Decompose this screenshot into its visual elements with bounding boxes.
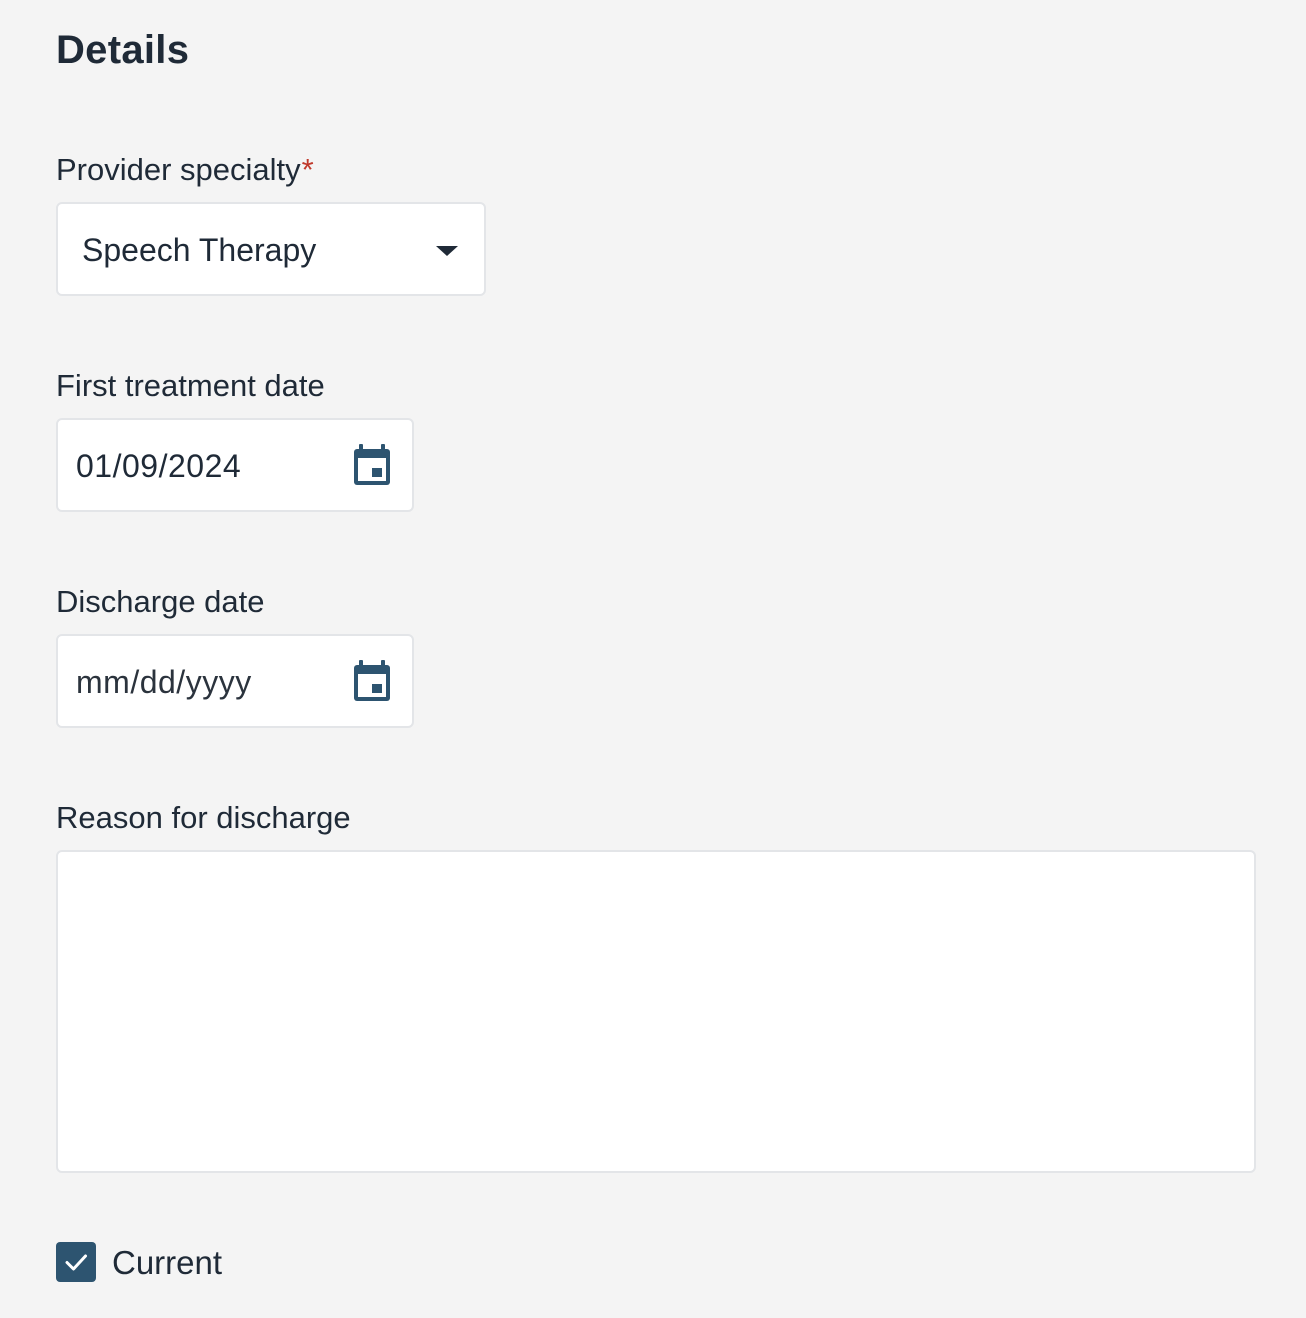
- chevron-down-icon: [436, 246, 458, 256]
- calendar-icon[interactable]: [352, 444, 392, 488]
- reason-for-discharge-textarea[interactable]: [56, 850, 1256, 1173]
- details-form: Details Provider specialty* Speech Thera…: [0, 0, 1306, 1318]
- discharge-date-input[interactable]: mm/dd/yyyy: [56, 634, 414, 728]
- reason-for-discharge-label: Reason for discharge: [56, 800, 351, 835]
- provider-specialty-label-text: Provider specialty: [56, 152, 301, 187]
- discharge-date-label: Discharge date: [56, 584, 265, 619]
- current-checkbox[interactable]: [56, 1242, 96, 1282]
- provider-specialty-label: Provider specialty*: [56, 152, 314, 188]
- provider-specialty-select[interactable]: Speech Therapy: [56, 202, 486, 296]
- first-treatment-date-input[interactable]: 01/09/2024: [56, 418, 414, 512]
- current-checkbox-label: Current: [112, 1244, 223, 1281]
- section-title: Details: [56, 28, 190, 72]
- required-mark: *: [301, 152, 314, 187]
- provider-specialty-selected-value: Speech Therapy: [82, 232, 317, 268]
- first-treatment-date-value: 01/09/2024: [76, 448, 242, 484]
- first-treatment-date-label: First treatment date: [56, 368, 325, 403]
- calendar-icon[interactable]: [352, 660, 392, 704]
- discharge-date-placeholder: mm/dd/yyyy: [76, 664, 252, 700]
- checkmark-icon: [65, 1254, 87, 1271]
